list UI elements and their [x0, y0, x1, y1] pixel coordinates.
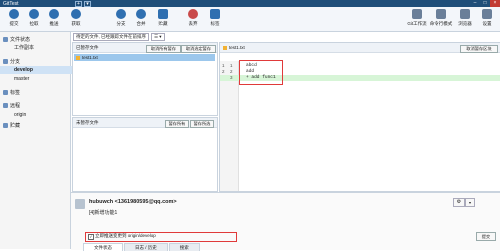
window-title: GitTest [3, 0, 19, 7]
file-modified-icon [76, 55, 80, 60]
pull-icon [29, 9, 39, 19]
sidebar-item-workspace[interactable]: 文件状态 [0, 36, 73, 44]
sidebar-item-remotes[interactable]: 远程 [0, 102, 73, 110]
branch-icon [3, 59, 8, 65]
commit-icon [9, 9, 19, 19]
minimize-button[interactable]: – [470, 0, 480, 7]
toolbar: 提交 拉取 推送 获取 分支 合并 贮藏 丢弃 标签 Git工作流 命令行模式 … [0, 7, 500, 32]
unstage-hunk-button[interactable]: 取消暂存区块 [460, 44, 498, 53]
staged-file-row[interactable]: test1.txt [74, 54, 215, 61]
tag-icon [3, 90, 8, 96]
branch-icon [116, 9, 126, 19]
fetch-button[interactable]: 获取 [63, 9, 89, 29]
terminal-button[interactable]: 命令行模式 [428, 9, 454, 29]
diff-content: 11 abcd 22 add 3 + add func1 [220, 60, 500, 191]
staged-header: 已暂存文件 取消所有暂存 取消选定暂存 [73, 43, 217, 53]
merge-icon [136, 9, 146, 19]
staged-files-panel: 已暂存文件 取消所有暂存 取消选定暂存 test1.txt [72, 42, 218, 116]
highlight-box [239, 60, 283, 85]
settings-button[interactable]: 设置 [474, 9, 500, 29]
sidebar: 文件状态 工作副本 分支 develop master 标签 远程 origin… [0, 32, 84, 249]
sidebar-item-tags[interactable]: 标签 [0, 89, 73, 97]
git-flow-icon [412, 9, 422, 19]
workspace-icon [3, 37, 8, 43]
sidebar-item-branches[interactable]: 分支 [0, 58, 73, 66]
tab-search[interactable]: 搜索 [168, 243, 200, 251]
discard-icon [188, 9, 198, 19]
browser-icon [460, 9, 470, 19]
stage-all-button[interactable]: 暂存所有 [165, 119, 189, 128]
stash-icon [3, 123, 8, 129]
diff-panel: test1.txt 取消暂存区块 11 abcd 22 add 3 + add f… [219, 42, 500, 192]
main-area: 待定的文件, 已经跟踪文件在前排序 ☰ ▾ 已暂存文件 取消所有暂存 取消选定暂… [71, 32, 500, 251]
unstaged-files-panel: 未暂存文件 暂存所有 暂存所选 [72, 117, 218, 192]
fetch-icon [71, 9, 81, 19]
view-mode-dropdown[interactable]: ☰ ▾ [151, 33, 165, 41]
push-icon [49, 9, 59, 19]
maximize-button[interactable]: □ [480, 0, 490, 7]
unstage-all-button[interactable]: 取消所有暂存 [146, 44, 181, 53]
git-flow-button[interactable]: Git工作流 [404, 9, 430, 29]
filter-dropdown[interactable]: 待定的文件, 已经跟踪文件在前排序 [73, 33, 149, 41]
avatar [75, 199, 85, 209]
tab-menu-button[interactable]: ▾ [84, 0, 91, 7]
push-checkbox[interactable]: ✓ [88, 233, 94, 240]
tag-button[interactable]: 标签 [202, 9, 228, 29]
close-button[interactable]: × [490, 0, 500, 7]
push-checkbox-label: 立即推送变更到 origin/develop [95, 233, 156, 238]
sidebar-item-stashes[interactable]: 贮藏 [0, 122, 73, 130]
stage-selected-button[interactable]: 暂存所选 [190, 119, 214, 128]
add-tab-button[interactable]: + [75, 0, 82, 7]
diff-file-name: test1.txt [223, 45, 245, 50]
terminal-icon [436, 9, 446, 19]
commit-message-input[interactable]: [4]新增功能1 [89, 209, 117, 216]
commit-options-dropdown[interactable]: ▾ [465, 198, 475, 207]
commit-area: hubuwch <1361980595@qq.com> [4]新增功能1 ⚙ ▾… [71, 192, 500, 251]
commit-options-gear[interactable]: ⚙ [453, 198, 465, 207]
tag-icon [210, 9, 220, 19]
unstaged-header: 未暂存文件 暂存所有 暂存所选 [73, 118, 217, 128]
filter-bar: 待定的文件, 已经跟踪文件在前排序 ☰ ▾ [73, 33, 165, 41]
cloud-icon [3, 103, 8, 109]
title-bar: GitTest + ▾ – □ × [0, 0, 500, 7]
tab-log-history[interactable]: 日志 / 历史 [124, 243, 168, 251]
stash-button[interactable]: 贮藏 [150, 9, 176, 29]
file-modified-icon [223, 45, 227, 50]
commit-author: hubuwch <1361980595@qq.com> [89, 199, 177, 205]
stash-icon [158, 9, 168, 19]
diff-header: test1.txt 取消暂存区块 [220, 43, 500, 53]
unstage-selected-button[interactable]: 取消选定暂存 [181, 44, 216, 53]
tab-file-status[interactable]: 文件状态 [83, 243, 123, 251]
submit-commit-button[interactable]: 提交 [476, 232, 496, 241]
gear-icon [482, 9, 492, 19]
